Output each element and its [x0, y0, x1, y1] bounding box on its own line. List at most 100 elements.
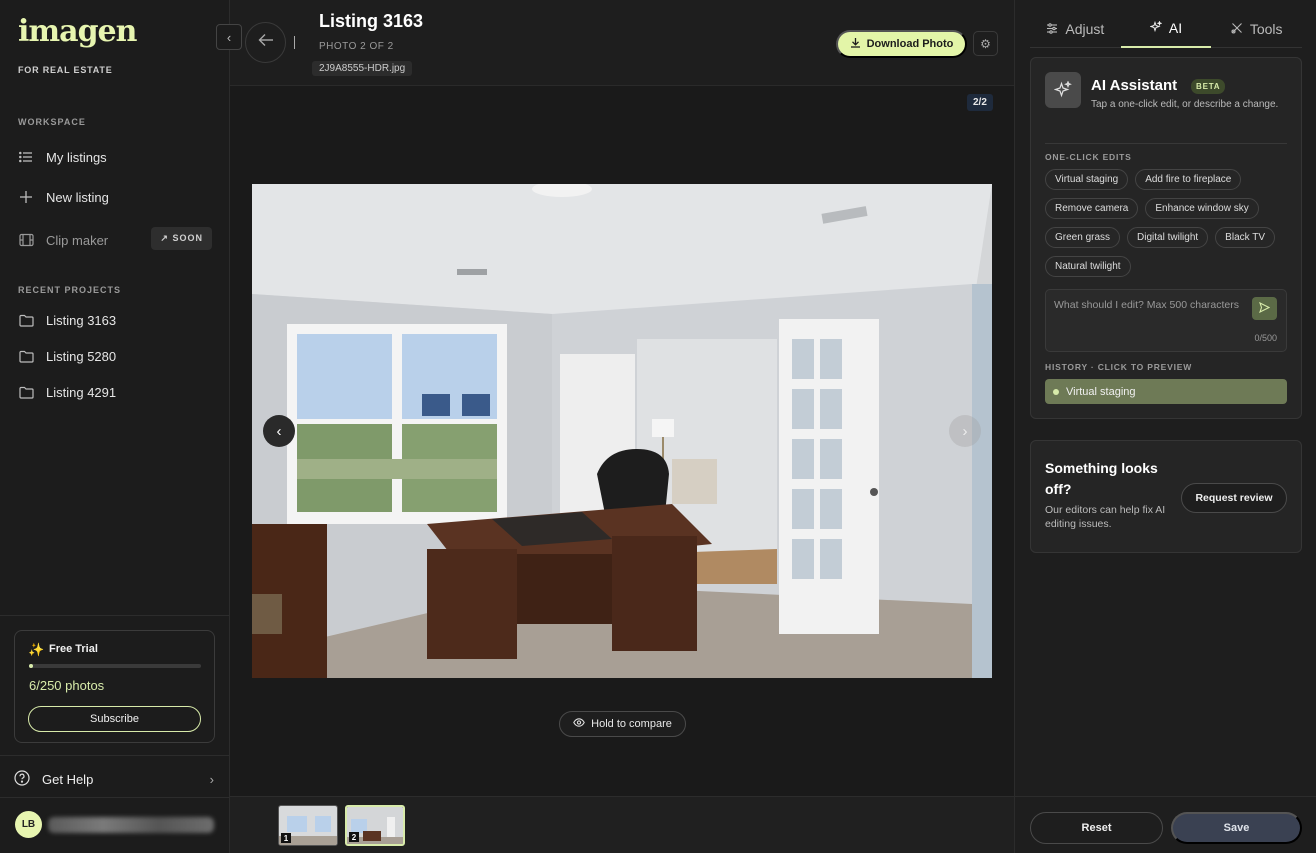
panel-tabs: Adjust AI Tools — [1030, 10, 1303, 48]
request-review-card: Something looks off? Our editors can hel… — [1030, 440, 1302, 553]
settings-button[interactable]: ⚙ — [973, 31, 998, 56]
photo-thumbnail-1[interactable]: 1 — [278, 805, 338, 846]
sidebar-item-label: Listing 5280 — [46, 348, 117, 364]
chip-virtual-staging[interactable]: Virtual staging — [1045, 169, 1129, 190]
trial-count: 6/250 photos — [29, 678, 105, 693]
trial-progress-bar — [29, 664, 201, 668]
sidebar-item-new-listing[interactable]: New listing — [18, 185, 212, 209]
hold-to-compare-button[interactable]: Hold to compare — [559, 711, 686, 737]
soon-badge-label: SOON — [172, 233, 203, 243]
next-photo-button[interactable]: › — [949, 415, 981, 447]
arrow-left-icon — [258, 33, 274, 52]
send-icon — [1259, 301, 1271, 316]
chip-natural-twilight[interactable]: Natural twilight — [1045, 256, 1131, 277]
chip-black-tv[interactable]: Black TV — [1215, 227, 1276, 248]
ai-assistant-card: AI Assistant BETA Tap a one-click edit, … — [1030, 57, 1302, 419]
subscribe-button[interactable]: Subscribe — [28, 706, 201, 732]
download-icon — [850, 37, 861, 51]
trial-title: Free Trial — [49, 643, 98, 655]
edit-prompt-input[interactable] — [1054, 298, 1244, 338]
page-title: Listing 3163 — [319, 11, 424, 31]
photo-thumbnail-2[interactable]: 2 — [345, 805, 405, 846]
save-button[interactable]: Save — [1171, 812, 1302, 844]
sidebar-item-label: Listing 4291 — [46, 384, 117, 400]
compare-label: Hold to compare — [591, 718, 672, 730]
review-card-title: Something looks off? — [1045, 460, 1158, 497]
plus-icon — [18, 189, 34, 205]
free-trial-card: ✨ Free Trial 6/250 photos Subscribe — [14, 630, 215, 743]
collapse-sidebar-button[interactable]: ‹ — [216, 24, 242, 50]
sidebar-item-label: Listing 3163 — [46, 312, 117, 328]
sidebar-divider — [0, 755, 229, 756]
tab-tools[interactable]: Tools — [1211, 10, 1303, 48]
filename-badge: 2J9A8555-HDR.jpg — [312, 61, 413, 76]
chip-enhance-window-sky[interactable]: Enhance window sky — [1145, 198, 1259, 219]
film-icon — [18, 232, 34, 248]
download-photo-button[interactable]: Download Photo — [836, 30, 967, 58]
chip-remove-camera[interactable]: Remove camera — [1045, 198, 1139, 219]
send-button[interactable] — [1252, 297, 1277, 320]
sidebar-divider — [0, 615, 229, 616]
trial-progress-fill — [29, 664, 34, 668]
history-item[interactable]: Virtual staging — [1045, 379, 1287, 404]
chip-green-grass[interactable]: Green grass — [1045, 227, 1121, 248]
back-button[interactable] — [245, 22, 286, 63]
folder-icon — [18, 312, 34, 328]
sidebar-item-label: Clip maker — [46, 232, 109, 248]
tab-label: Tools — [1249, 20, 1283, 37]
photo-counter-badge: 2/2 — [967, 94, 993, 111]
tab-label: AI — [1168, 20, 1183, 36]
avatar[interactable]: LB — [15, 811, 42, 838]
eye-icon — [573, 718, 585, 730]
sidebar: imagen FOR REAL ESTATE WORKSPACE My list… — [0, 0, 230, 853]
chevron-left-icon: ‹ — [226, 29, 232, 45]
tab-ai[interactable]: AI — [1120, 10, 1212, 48]
tools-icon — [1231, 21, 1243, 37]
request-review-button[interactable]: Request review — [1181, 483, 1287, 513]
reset-button[interactable]: Reset — [1030, 812, 1163, 844]
download-label: Download Photo — [866, 38, 954, 50]
sidebar-item-my-listings[interactable]: My listings — [18, 145, 212, 169]
panel-footer-divider — [1015, 796, 1316, 797]
tab-label: Adjust — [1065, 20, 1105, 37]
user-email-redacted — [48, 817, 214, 833]
header-separator — [294, 36, 295, 49]
sidebar-item-listing-4291[interactable]: Listing 4291 — [18, 380, 212, 404]
rocket-icon: ↗ — [160, 233, 169, 243]
folder-icon — [18, 384, 34, 400]
sidebar-item-label: New listing — [46, 189, 109, 205]
gear-icon: ⚙ — [980, 36, 991, 51]
history-label: HISTORY · CLICK TO PREVIEW — [1045, 362, 1193, 372]
history-item-label: Virtual staging — [1066, 385, 1136, 398]
edit-prompt-box: 0/500 — [1045, 289, 1287, 352]
one-click-edits-label: ONE-CLICK EDITS — [1045, 152, 1132, 162]
help-icon — [14, 770, 30, 789]
tab-adjust[interactable]: Adjust — [1030, 10, 1121, 48]
one-click-edit-chips: Virtual staging Add fire to fireplace Re… — [1045, 169, 1295, 277]
sidebar-item-clip-maker[interactable]: Clip maker ↗ SOON — [18, 227, 212, 252]
sidebar-divider — [0, 797, 229, 798]
chevron-right-icon: › — [962, 422, 968, 440]
sidebar-item-label: My listings — [46, 149, 107, 165]
listing-photo — [252, 184, 992, 678]
topbar: Listing 3163 PHOTO 2 OF 2 2J9A8555-HDR.j… — [230, 0, 1014, 86]
chevron-right-icon: › — [209, 772, 214, 787]
get-help-item[interactable]: Get Help › — [14, 770, 214, 789]
list-icon — [18, 149, 34, 165]
history-dot — [1053, 388, 1059, 395]
chip-add-fire-to-fireplace[interactable]: Add fire to fireplace — [1135, 169, 1242, 190]
sparkle-icon: ✨ — [28, 642, 45, 657]
get-help-label: Get Help — [42, 772, 94, 787]
chip-digital-twilight[interactable]: Digital twilight — [1127, 227, 1209, 248]
brand-subtitle: FOR REAL ESTATE — [18, 65, 113, 75]
brand-logo[interactable]: imagen — [18, 14, 137, 49]
review-card-description: Our editors can help fix AI editing issu… — [1045, 504, 1166, 530]
previous-photo-button[interactable]: ‹ — [263, 415, 295, 447]
soon-badge: ↗ SOON — [151, 227, 212, 250]
card-divider — [1045, 143, 1287, 144]
sidebar-item-listing-3163[interactable]: Listing 3163 — [18, 308, 212, 332]
sidebar-item-listing-5280[interactable]: Listing 5280 — [18, 344, 212, 368]
ai-assistant-title: AI Assistant — [1091, 77, 1178, 94]
app-window: imagen FOR REAL ESTATE WORKSPACE My list… — [0, 0, 1316, 853]
chevron-left-icon: ‹ — [276, 422, 282, 440]
